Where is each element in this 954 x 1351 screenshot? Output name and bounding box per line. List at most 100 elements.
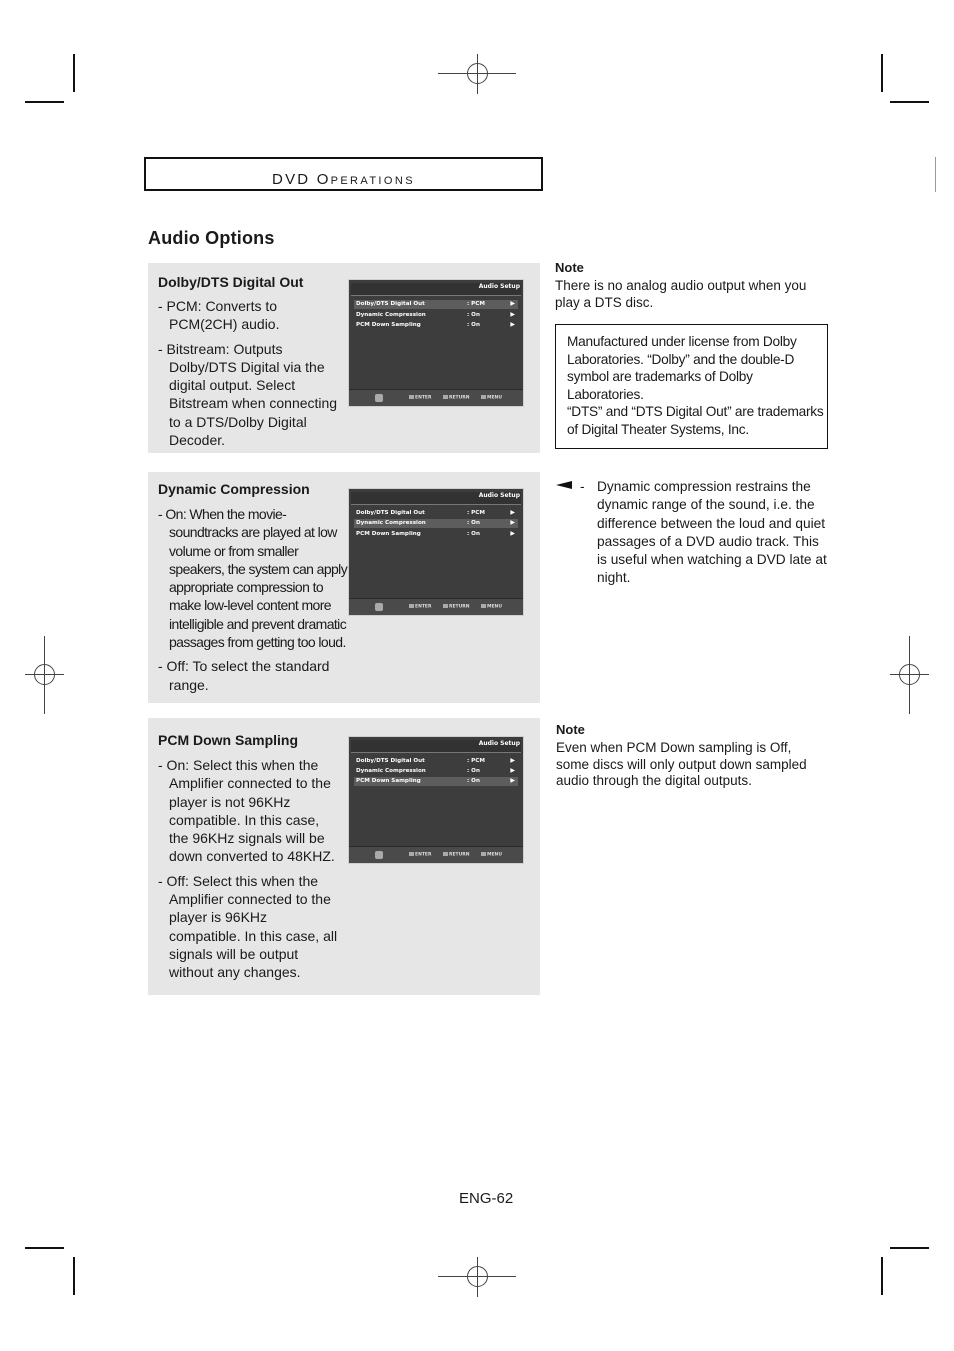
pointer-arrow-icon [556,481,572,489]
osd-row-label: PCM Down Sampling [356,531,421,537]
page-number: ENG-62 [459,1190,514,1207]
osd-title: Audio Setup [478,283,520,290]
arrow-right-icon: ▶ [510,757,515,764]
osd-return-label: RETURN [449,604,470,610]
osd-row: Dolby/DTS Digital Out: PCM ▶ [354,300,518,309]
return-key-icon [443,395,448,399]
osd-row: Dynamic Compression: On ▶ [354,311,518,320]
panel-title: Dynamic Compression [158,481,310,497]
osd-footer: ENTER RETURN MENU [349,389,523,406]
panel-item: - On: Select this when the Amplifier con… [158,757,335,865]
crop-mark [25,101,64,103]
osd-row: Dolby/DTS Digital Out: PCM ▶ [354,509,518,518]
license-box: Manufactured under license from Dolby La… [555,324,828,449]
crop-mark [881,1257,883,1295]
note-heading: Note [555,260,584,275]
panel-dolby-dts-digital-out: Dolby/DTS Digital Out - PCM: Converts to… [148,263,540,453]
osd-title: Audio Setup [478,492,520,499]
osd-enter-label: ENTER [415,395,432,401]
osd-return-key: RETURN [443,604,470,610]
osd-enter-key: ENTER [409,604,431,610]
arrow-right-icon: ▶ [510,767,515,774]
arrow-right-icon: ▶ [510,321,515,328]
note-text: Even when PCM Down sampling is Off, some… [556,740,807,788]
arrow-right-icon: ▶ [510,519,515,526]
dash: - [580,479,585,494]
menu-key-icon [481,852,486,856]
osd-enter-key: ENTER [409,852,431,858]
panel-item: - PCM: Converts to PCM(2CH) audio. [158,298,280,333]
registration-mark-top [438,54,516,94]
panel-text: - On: When the movie-soundtracks are pla… [158,505,348,694]
osd-enter-label: ENTER [415,852,432,858]
osd-row-label: PCM Down Sampling [356,322,421,328]
osd-menu-label: MENU [487,852,502,858]
osd-row-value: : On [467,531,480,537]
arrow-right-icon: ▶ [510,311,515,318]
page-title: Audio Options [148,228,275,248]
osd-row-value: : On [467,520,480,526]
osd-row-value: : PCM [467,758,485,764]
enter-key-icon [409,395,414,399]
panel-text: - On: Select this when the Amplifier con… [158,756,342,982]
arrow-right-icon: ▶ [510,509,515,516]
section-label-part: VD O [285,171,331,188]
section-label: DVD OPERATIONS [272,165,415,188]
osd-row-value: : On [467,312,480,318]
osd-row-label: Dolby/DTS Digital Out [356,758,425,764]
dynamic-compression-note: Dynamic compression restrains the dynami… [597,479,827,586]
osd-return-key: RETURN [443,395,470,401]
registration-mark-right [890,636,929,714]
panel-item: - Off: To select the standard range. [158,658,330,693]
osd-return-label: RETURN [449,852,470,858]
panel-item: - Bitstream: Outputs Dolby/DTS Digital v… [158,340,338,449]
registration-mark-left [25,636,64,714]
arrow-right-icon: ▶ [510,777,515,784]
return-key-icon [443,852,448,856]
osd-return-key: RETURN [443,852,470,858]
panel-dynamic-compression: Dynamic Compression - On: When the movie… [148,472,540,703]
crop-mark [935,157,936,192]
osd-enter-key: ENTER [409,395,431,401]
menu-key-icon [481,604,486,608]
crop-mark [890,101,929,103]
osd-menu-key: MENU [481,395,502,401]
osd-row: PCM Down Sampling: On ▶ [354,321,518,330]
section-label-part: PERATIONS [330,175,415,187]
license-dolby: Manufactured under license from Dolby La… [567,334,797,402]
osd-row-value: : On [467,778,480,784]
osd-row-label: Dynamic Compression [356,768,426,774]
arrow-right-icon: ▶ [510,530,515,537]
osd-screenshot: Audio Setup Dolby/DTS Digital Out: PCM ▶ … [349,280,523,406]
note-text: There is no analog audio output when you… [555,278,807,310]
osd-row-label: Dolby/DTS Digital Out [356,301,425,307]
navigation-pad-icon [375,394,383,402]
osd-return-label: RETURN [449,395,470,401]
osd-row-value: : On [467,768,480,774]
panel-pcm-down-sampling: PCM Down Sampling - On: Select this when… [148,718,540,995]
crop-mark [25,1247,64,1249]
panel-item: - On: When the movie-soundtracks are pla… [158,506,348,651]
osd-menu-label: MENU [487,604,502,610]
crop-mark [890,1247,929,1249]
osd-row-label: Dolby/DTS Digital Out [356,510,425,516]
enter-key-icon [409,852,414,856]
osd-title: Audio Setup [478,740,520,747]
panel-title: Dolby/DTS Digital Out [158,274,304,290]
osd-screenshot: Audio Setup Dolby/DTS Digital Out: PCM ▶ … [349,737,523,863]
section-header: DVD OPERATIONS [144,157,543,191]
osd-menu-key: MENU [481,604,502,610]
osd-enter-label: ENTER [415,604,432,610]
registration-mark-bottom [438,1257,516,1297]
osd-row-label: Dynamic Compression [356,520,426,526]
osd-footer: ENTER RETURN MENU [349,598,523,615]
return-key-icon [443,604,448,608]
navigation-pad-icon [375,603,383,611]
navigation-pad-icon [375,851,383,859]
menu-key-icon [481,395,486,399]
license-text: Manufactured under license from Dolby La… [567,333,829,439]
panel-item: - Off: Select this when the Amplifier co… [158,872,338,981]
osd-row: PCM Down Sampling : On ▶ [354,530,518,539]
osd-row: Dynamic Compression : On ▶ [354,767,518,776]
osd-menu-key: MENU [481,852,502,858]
